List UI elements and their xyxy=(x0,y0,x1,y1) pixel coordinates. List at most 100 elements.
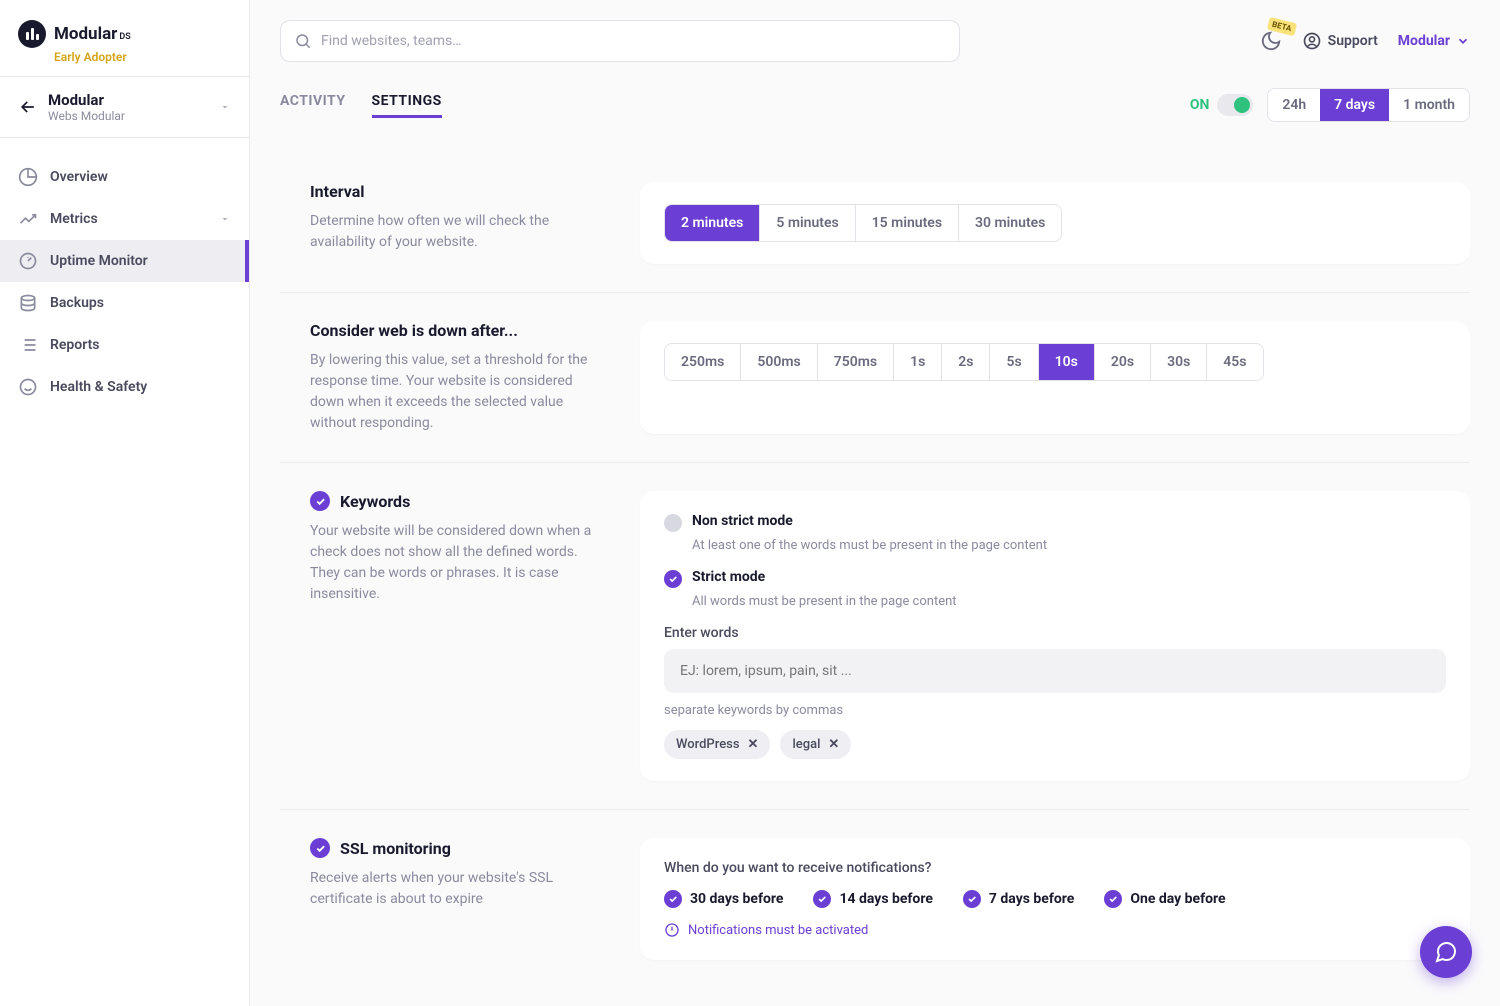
ssl-option-label: 7 days before xyxy=(989,891,1074,907)
logo-text: Modular xyxy=(54,24,117,44)
sidebar-item-label: Health & Safety xyxy=(50,379,147,395)
segment-option[interactable]: 2s xyxy=(942,344,990,380)
segment-option[interactable]: 30 minutes xyxy=(959,205,1061,241)
keywords-title: Keywords xyxy=(340,492,410,511)
sidebar-item-label: Metrics xyxy=(50,211,98,227)
logo-icon xyxy=(18,20,46,48)
back-arrow-icon[interactable] xyxy=(18,97,38,117)
period-option[interactable]: 7 days xyxy=(1320,89,1389,121)
ssl-warning-text: Notifications must be activated xyxy=(688,923,868,938)
keywords-input-label: Enter words xyxy=(664,625,1446,641)
nonstrict-desc: At least one of the words must be presen… xyxy=(692,538,1446,553)
keywords-input[interactable] xyxy=(664,649,1446,693)
segment-option[interactable]: 20s xyxy=(1095,344,1151,380)
ssl-warning: Notifications must be activated xyxy=(664,922,1446,938)
ssl-option[interactable]: One day before xyxy=(1104,890,1225,908)
list-icon xyxy=(18,335,38,355)
period-option[interactable]: 1 month xyxy=(1389,89,1469,121)
chip-label: WordPress xyxy=(676,737,740,752)
ssl-option[interactable]: 14 days before xyxy=(813,890,932,908)
ssl-option-label: One day before xyxy=(1130,891,1225,907)
pie-icon xyxy=(18,167,38,187)
team-selector[interactable]: Modular Webs Modular xyxy=(0,77,249,138)
status-label: ON xyxy=(1190,97,1210,113)
ssl-option-label: 30 days before xyxy=(690,891,783,907)
segment-option[interactable]: 45s xyxy=(1207,344,1262,380)
segment-option[interactable]: 5 minutes xyxy=(760,205,855,241)
section-keywords: Keywords Your website will be considered… xyxy=(280,463,1470,810)
sidebar-item-reports[interactable]: Reports xyxy=(0,324,249,366)
keyword-chips: WordPress✕legal✕ xyxy=(664,730,1446,759)
moon-icon xyxy=(1260,30,1282,52)
check-icon xyxy=(963,890,981,908)
check-icon xyxy=(813,890,831,908)
chip-remove-icon[interactable]: ✕ xyxy=(748,737,759,752)
segment-option[interactable]: 2 minutes xyxy=(665,205,760,241)
chat-fab[interactable] xyxy=(1420,926,1472,978)
toggle-switch[interactable] xyxy=(1217,94,1253,116)
interval-desc: Determine how often we will check the av… xyxy=(310,211,610,253)
support-label: Support xyxy=(1328,33,1378,49)
ssl-question: When do you want to receive notification… xyxy=(664,860,1446,876)
support-link[interactable]: Support xyxy=(1302,31,1378,51)
keyword-chip: legal✕ xyxy=(780,730,851,759)
segment-option[interactable]: 15 minutes xyxy=(856,205,959,241)
segment-option[interactable]: 5s xyxy=(990,344,1038,380)
chat-icon xyxy=(1434,940,1458,964)
content: Interval Determine how often we will che… xyxy=(250,144,1500,1006)
early-adopter-label: Early Adopter xyxy=(54,50,231,64)
threshold-segmented: 250ms500ms750ms1s2s5s10s20s30s45s xyxy=(664,343,1264,381)
sidebar-item-label: Backups xyxy=(50,295,104,311)
ssl-title: SSL monitoring xyxy=(340,839,451,858)
segment-option[interactable]: 10s xyxy=(1039,344,1095,380)
period-option[interactable]: 24h xyxy=(1268,89,1320,121)
sidebar-item-backups[interactable]: Backups xyxy=(0,282,249,324)
sidebar-item-metrics[interactable]: Metrics xyxy=(0,198,249,240)
segment-option[interactable]: 750ms xyxy=(818,344,894,380)
segment-option[interactable]: 250ms xyxy=(665,344,741,380)
segment-option[interactable]: 1s xyxy=(894,344,942,380)
team-subtitle: Webs Modular xyxy=(48,109,209,123)
team-name: Modular xyxy=(48,91,209,109)
search-icon xyxy=(294,32,312,50)
user-menu[interactable]: Modular xyxy=(1398,33,1470,49)
ssl-option[interactable]: 30 days before xyxy=(664,890,783,908)
logo-block: ModularDS Early Adopter xyxy=(0,0,249,77)
dark-mode-toggle[interactable]: BETA xyxy=(1260,30,1282,52)
strict-label: Strict mode xyxy=(692,569,765,585)
check-icon xyxy=(310,838,330,858)
keyword-chip: WordPress ✕ xyxy=(664,730,770,759)
main: BETA Support Modular ACTIVITY SETTINGS O… xyxy=(250,0,1500,1006)
check-icon xyxy=(310,491,330,511)
tab-activity[interactable]: ACTIVITY xyxy=(280,93,346,118)
smile-icon xyxy=(18,377,38,397)
database-icon xyxy=(18,293,38,313)
ssl-options: 30 days before 14 days before 7 days befor… xyxy=(664,890,1446,908)
interval-title: Interval xyxy=(310,182,610,201)
section-interval: Interval Determine how often we will che… xyxy=(280,154,1470,293)
search-input[interactable] xyxy=(280,20,960,62)
sidebar-item-label: Reports xyxy=(50,337,100,353)
ssl-option-label: 14 days before xyxy=(839,891,932,907)
chevron-down-icon[interactable] xyxy=(219,101,231,113)
radio-nonstrict[interactable] xyxy=(664,514,682,532)
sidebar-item-uptime-monitor[interactable]: Uptime Monitor xyxy=(0,240,249,282)
chevron-down-icon xyxy=(1456,34,1470,48)
interval-segmented: 2 minutes5 minutes15 minutes30 minutes xyxy=(664,204,1062,242)
tab-settings[interactable]: SETTINGS xyxy=(372,93,442,118)
subheader: ACTIVITY SETTINGS ON 24h7 days1 month xyxy=(250,82,1500,144)
support-icon xyxy=(1302,31,1322,51)
status-toggle[interactable]: ON xyxy=(1190,94,1254,116)
period-selector: 24h7 days1 month xyxy=(1267,88,1470,122)
segment-option[interactable]: 30s xyxy=(1151,344,1207,380)
chip-remove-icon[interactable]: ✕ xyxy=(828,737,839,752)
threshold-title: Consider web is down after... xyxy=(310,321,610,340)
ssl-desc: Receive alerts when your website's SSL c… xyxy=(310,868,610,910)
sidebar-item-health-safety[interactable]: Health & Safety xyxy=(0,366,249,408)
sidebar: ModularDS Early Adopter Modular Webs Mod… xyxy=(0,0,250,1006)
sidebar-item-overview[interactable]: Overview xyxy=(0,156,249,198)
segment-option[interactable]: 500ms xyxy=(741,344,817,380)
sidebar-item-label: Overview xyxy=(50,169,108,185)
ssl-option[interactable]: 7 days before xyxy=(963,890,1074,908)
radio-strict[interactable] xyxy=(664,570,682,588)
